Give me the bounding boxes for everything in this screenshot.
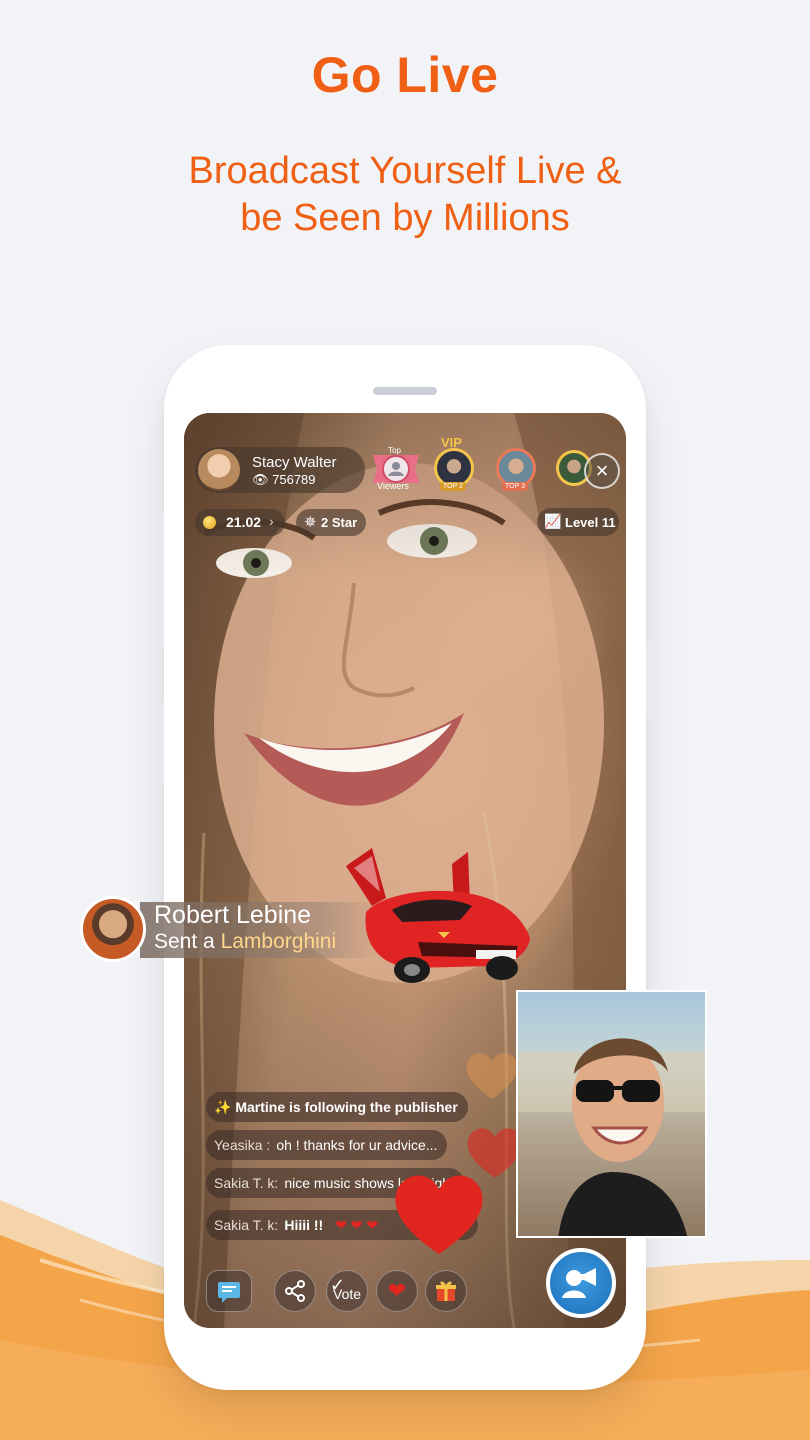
share-button[interactable]: [274, 1270, 316, 1312]
share-icon: [285, 1280, 305, 1302]
phone-side-button: [158, 700, 164, 785]
chat-user: Martine: [235, 1099, 286, 1115]
gift-message: Sent a Lamborghini: [154, 930, 336, 954]
eye-icon: 👁: [252, 472, 269, 487]
level-badge[interactable]: 📈 Level 11: [537, 508, 619, 536]
gift-sender-name: Robert Lebine: [154, 901, 312, 929]
phone-side-button: [646, 640, 652, 720]
chat-text: Hiiii !!: [284, 1217, 324, 1233]
guest-face-illustration: [518, 1038, 705, 1236]
gift-item-name: Lamborghini: [220, 930, 337, 953]
phone-side-button: [158, 510, 164, 650]
like-button[interactable]: ❤: [376, 1270, 418, 1312]
gift-button[interactable]: [425, 1270, 467, 1312]
subline: Broadcast Yourself Live & be Seen by Mil…: [0, 148, 810, 242]
chat-button[interactable]: [206, 1270, 252, 1312]
coin-icon: [203, 516, 216, 529]
viewer-count-row: 👁 756789: [252, 472, 316, 488]
chat-user: Sakia T. k:: [214, 1175, 279, 1191]
broadcast-button[interactable]: [546, 1248, 616, 1318]
chevron-right-icon: ›: [269, 513, 274, 529]
gift-notification: Robert Lebine Sent a Lamborghini: [80, 896, 380, 962]
heart-icon: [395, 1175, 483, 1254]
broadcast-icon: [562, 1268, 596, 1298]
top-viewers-top-label: Top: [388, 446, 401, 455]
guest-video[interactable]: [516, 990, 707, 1238]
chat-text: oh ! thanks for ur advice...: [276, 1137, 438, 1153]
chat-message: Yeasika : oh ! thanks for ur advice...: [206, 1130, 448, 1160]
level-value: Level 11: [565, 515, 616, 530]
subline-line-2: be Seen by Millions: [240, 197, 570, 239]
chat-user: Yeasika :: [214, 1137, 271, 1153]
rank-3-label: TOP 3: [502, 482, 528, 491]
rank-2-label: TOP 2: [440, 482, 466, 491]
chat-user: Sakia T. k:: [214, 1217, 279, 1233]
vip-label: VIP: [441, 435, 462, 450]
vote-label: Vote: [333, 1286, 362, 1302]
top-viewers-badge[interactable]: Top Viewers: [367, 445, 425, 493]
gift-sender-avatar: [80, 896, 146, 962]
star-rating[interactable]: ✵ 2 Star: [296, 509, 366, 536]
chat-text: is following the publisher: [289, 1099, 458, 1115]
phone-speaker: [373, 387, 437, 395]
heart-icon: ❤: [387, 1278, 407, 1303]
heart-icon: [466, 1053, 518, 1099]
close-button[interactable]: ×: [584, 453, 620, 489]
viewer-count: 756789: [272, 472, 316, 487]
host-avatar[interactable]: [198, 449, 240, 491]
close-icon: ×: [595, 458, 609, 483]
host-info[interactable]: Stacy Walter 👁 756789: [195, 447, 365, 493]
star-value: 2 Star: [321, 515, 358, 530]
heart-icon: ❤ ❤ ❤: [335, 1217, 379, 1233]
host-name: Stacy Walter: [252, 454, 337, 471]
star-icon: ✵: [304, 514, 317, 531]
subline-line-1: Broadcast Yourself Live &: [188, 150, 622, 192]
level-chart-icon: 📈: [544, 513, 562, 529]
coin-value: 21.02: [226, 514, 262, 530]
gift-action: Sent a: [154, 930, 215, 953]
sparkle-icon: ✨: [214, 1099, 232, 1115]
chat-message-follow: ✨ Martine is following the publisher: [206, 1092, 468, 1122]
gift-icon: [436, 1281, 456, 1301]
coin-balance[interactable]: 21.02 ›: [195, 509, 285, 536]
headline: Go Live: [311, 47, 499, 103]
chat-icon: [218, 1282, 240, 1303]
vote-button[interactable]: ✓ Vote: [326, 1270, 368, 1312]
sports-car-gift-icon: [346, 848, 530, 983]
top-viewers-bottom-label: Viewers: [377, 481, 409, 491]
